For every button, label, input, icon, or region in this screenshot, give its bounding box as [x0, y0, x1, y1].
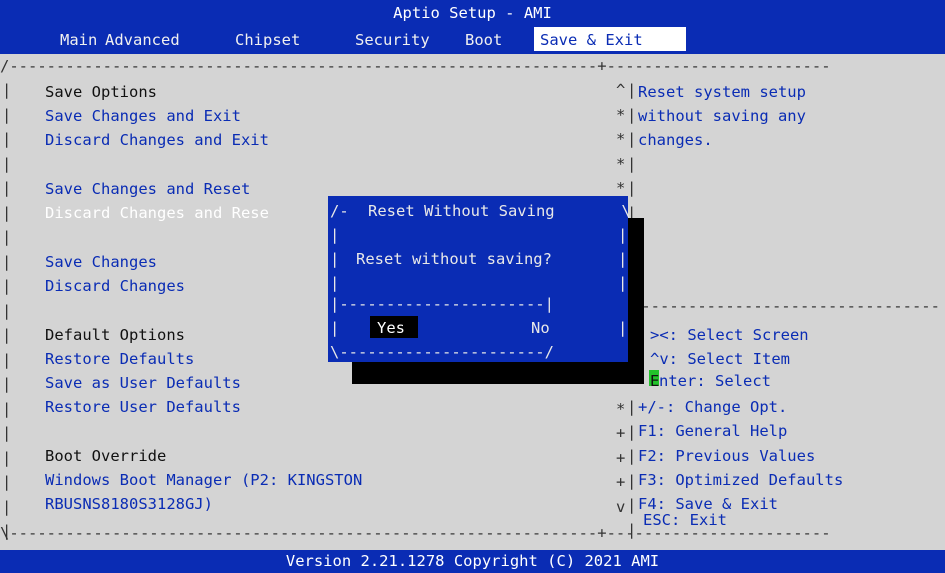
dialog-right-border: | | | — [618, 226, 628, 292]
dialog-button-row-left: | — [330, 319, 340, 337]
key-f3-defaults: F3: Optimized Defaults — [638, 471, 844, 489]
option-discard-changes-reset[interactable]: Discard Changes and Rese — [45, 201, 269, 225]
help-line-3: changes. — [638, 131, 713, 149]
tab-save-exit[interactable]: Save & Exit — [540, 29, 643, 51]
option-save-changes[interactable]: Save Changes — [45, 250, 157, 274]
option-restore-user-defaults[interactable]: Restore User Defaults — [45, 395, 241, 419]
key-enter-select: nter: Select — [659, 372, 771, 390]
window-title: Aptio Setup - AMI — [393, 4, 552, 22]
tab-advanced[interactable]: Advanced — [105, 29, 180, 51]
key-select-item: ^v: Select Item — [650, 350, 790, 368]
dialog-separator: |----------------------| — [330, 295, 554, 313]
key-select-screen: ><: Select Screen — [650, 326, 809, 344]
dialog-border-top-right: \ — [612, 202, 631, 220]
key-change-opt: +/-: Change Opt. — [638, 398, 788, 416]
option-boot-windows-manager-cont[interactable]: RBUSNS8180S3128GJ) — [45, 492, 213, 516]
key-f2-previous: F2: Previous Values — [638, 447, 816, 465]
option-boot-windows-manager[interactable]: Windows Boot Manager (P2: KINGSTON — [45, 468, 362, 492]
section-boot-override: Boot Override — [45, 447, 167, 465]
dialog-border-bottom: \----------------------/ — [330, 343, 554, 361]
key-f1-help: F1: General Help — [638, 422, 788, 440]
option-save-changes-exit[interactable]: Save Changes and Exit — [45, 104, 241, 128]
section-save-options: Save Options — [45, 83, 157, 101]
option-discard-changes[interactable]: Discard Changes — [45, 274, 185, 298]
dialog-left-border: | | | — [330, 226, 340, 292]
tab-security[interactable]: Security — [355, 29, 430, 51]
version-text: Version 2.21.1278 Copyright (C) 2021 AMI — [285, 552, 660, 570]
left-border: | | | | | | | | | | | | | | | | | | | — [2, 81, 12, 540]
option-discard-changes-exit[interactable]: Discard Changes and Exit — [45, 128, 269, 152]
option-restore-defaults[interactable]: Restore Defaults — [45, 347, 194, 371]
option-save-user-defaults[interactable]: Save as User Defaults — [45, 371, 241, 395]
tab-main[interactable]: Main — [60, 29, 97, 51]
tab-boot[interactable]: Boot — [465, 29, 502, 51]
dialog-border-top-left: /- — [330, 202, 358, 220]
option-save-changes-reset[interactable]: Save Changes and Reset — [45, 177, 250, 201]
frame-top-border: /---------------------------------------… — [0, 57, 831, 75]
key-esc-exit: ESC: Exit — [643, 511, 727, 529]
help-line-1: Reset system setup — [638, 83, 806, 101]
dialog-message: Reset without saving? — [356, 250, 552, 268]
dialog-title: Reset Without Saving — [368, 202, 555, 220]
help-divider: --------------------------------- — [632, 297, 940, 315]
no-button[interactable]: No — [531, 316, 550, 340]
tab-chipset[interactable]: Chipset — [235, 29, 300, 51]
section-default-options: Default Options — [45, 326, 185, 344]
key-enter-prefix: E — [650, 372, 660, 390]
dialog-button-row-right: | — [618, 319, 628, 337]
yes-button[interactable]: Yes — [377, 316, 405, 340]
separator-column-lower: | | | | | | — [627, 398, 637, 539]
help-line-2: without saving any — [638, 107, 806, 125]
